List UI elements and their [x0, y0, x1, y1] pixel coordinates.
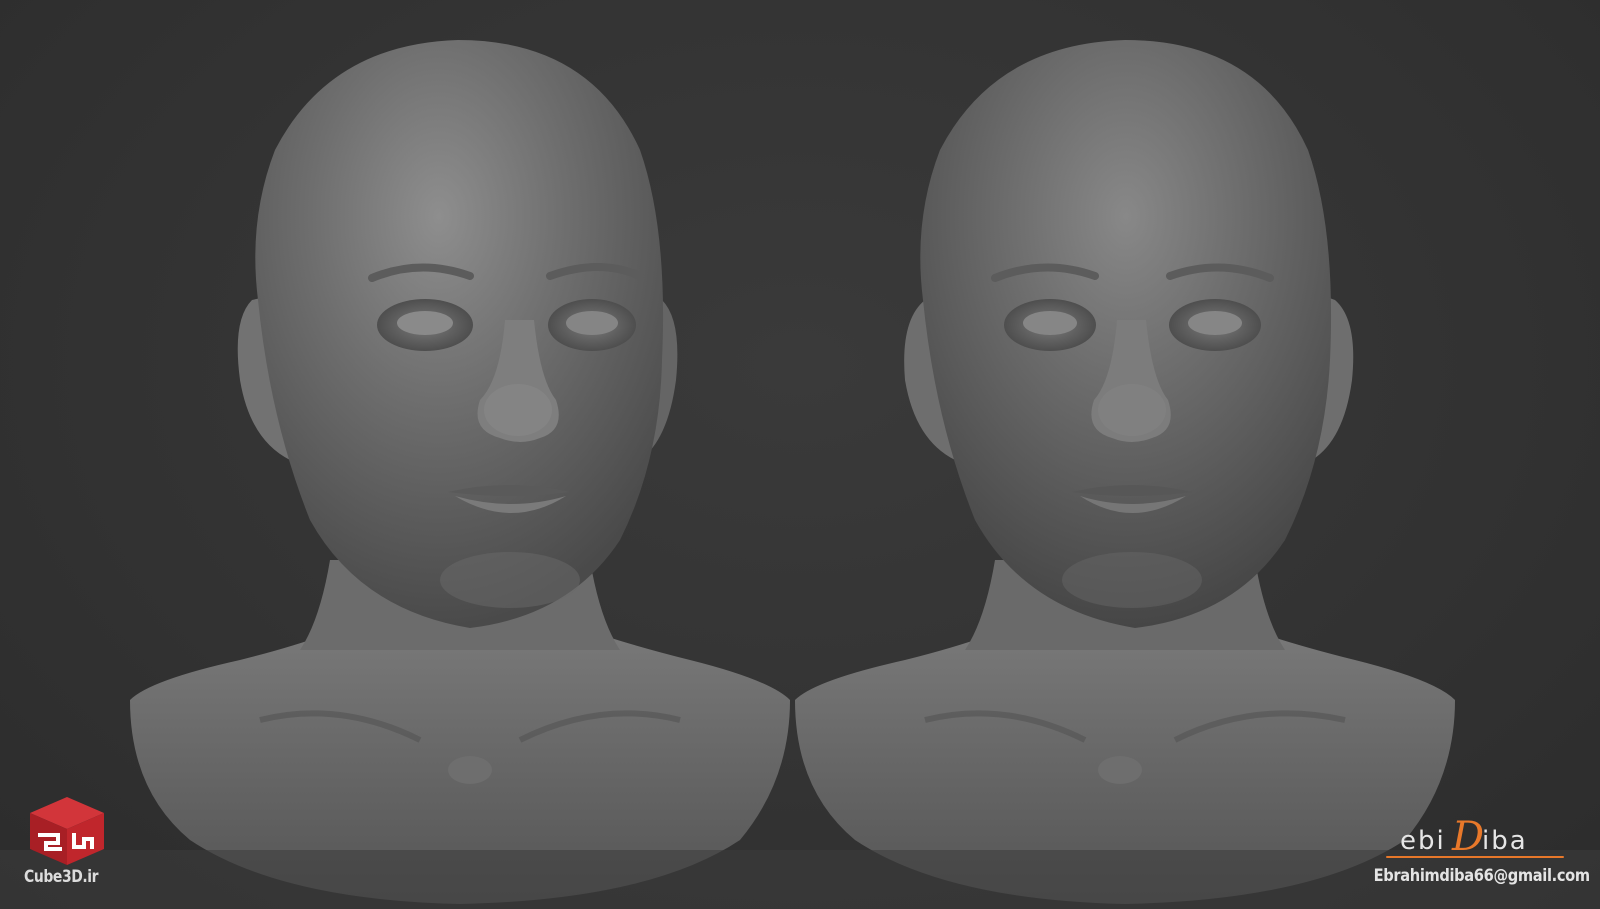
signature-initial: D: [1452, 814, 1485, 860]
site-logo: Cube3D.ir: [24, 795, 114, 895]
site-url: Cube3D.ir: [24, 867, 99, 887]
sculpt-render: [130, 40, 1455, 904]
artist-signature: ebi D iba: [1386, 814, 1576, 862]
footer-band: [0, 850, 1600, 909]
signature-suffix: iba: [1482, 826, 1528, 856]
signature-underline: [1386, 856, 1564, 858]
render-canvas: Cube3D.ir ebi D iba Ebrahimdiba66@gmail.…: [0, 0, 1600, 909]
bust-right: [795, 40, 1455, 904]
bust-left: [130, 40, 790, 904]
cube-icon: [30, 797, 104, 865]
artist-email: Ebrahimdiba66@gmail.com: [1373, 866, 1590, 886]
signature-prefix: ebi: [1400, 826, 1446, 856]
